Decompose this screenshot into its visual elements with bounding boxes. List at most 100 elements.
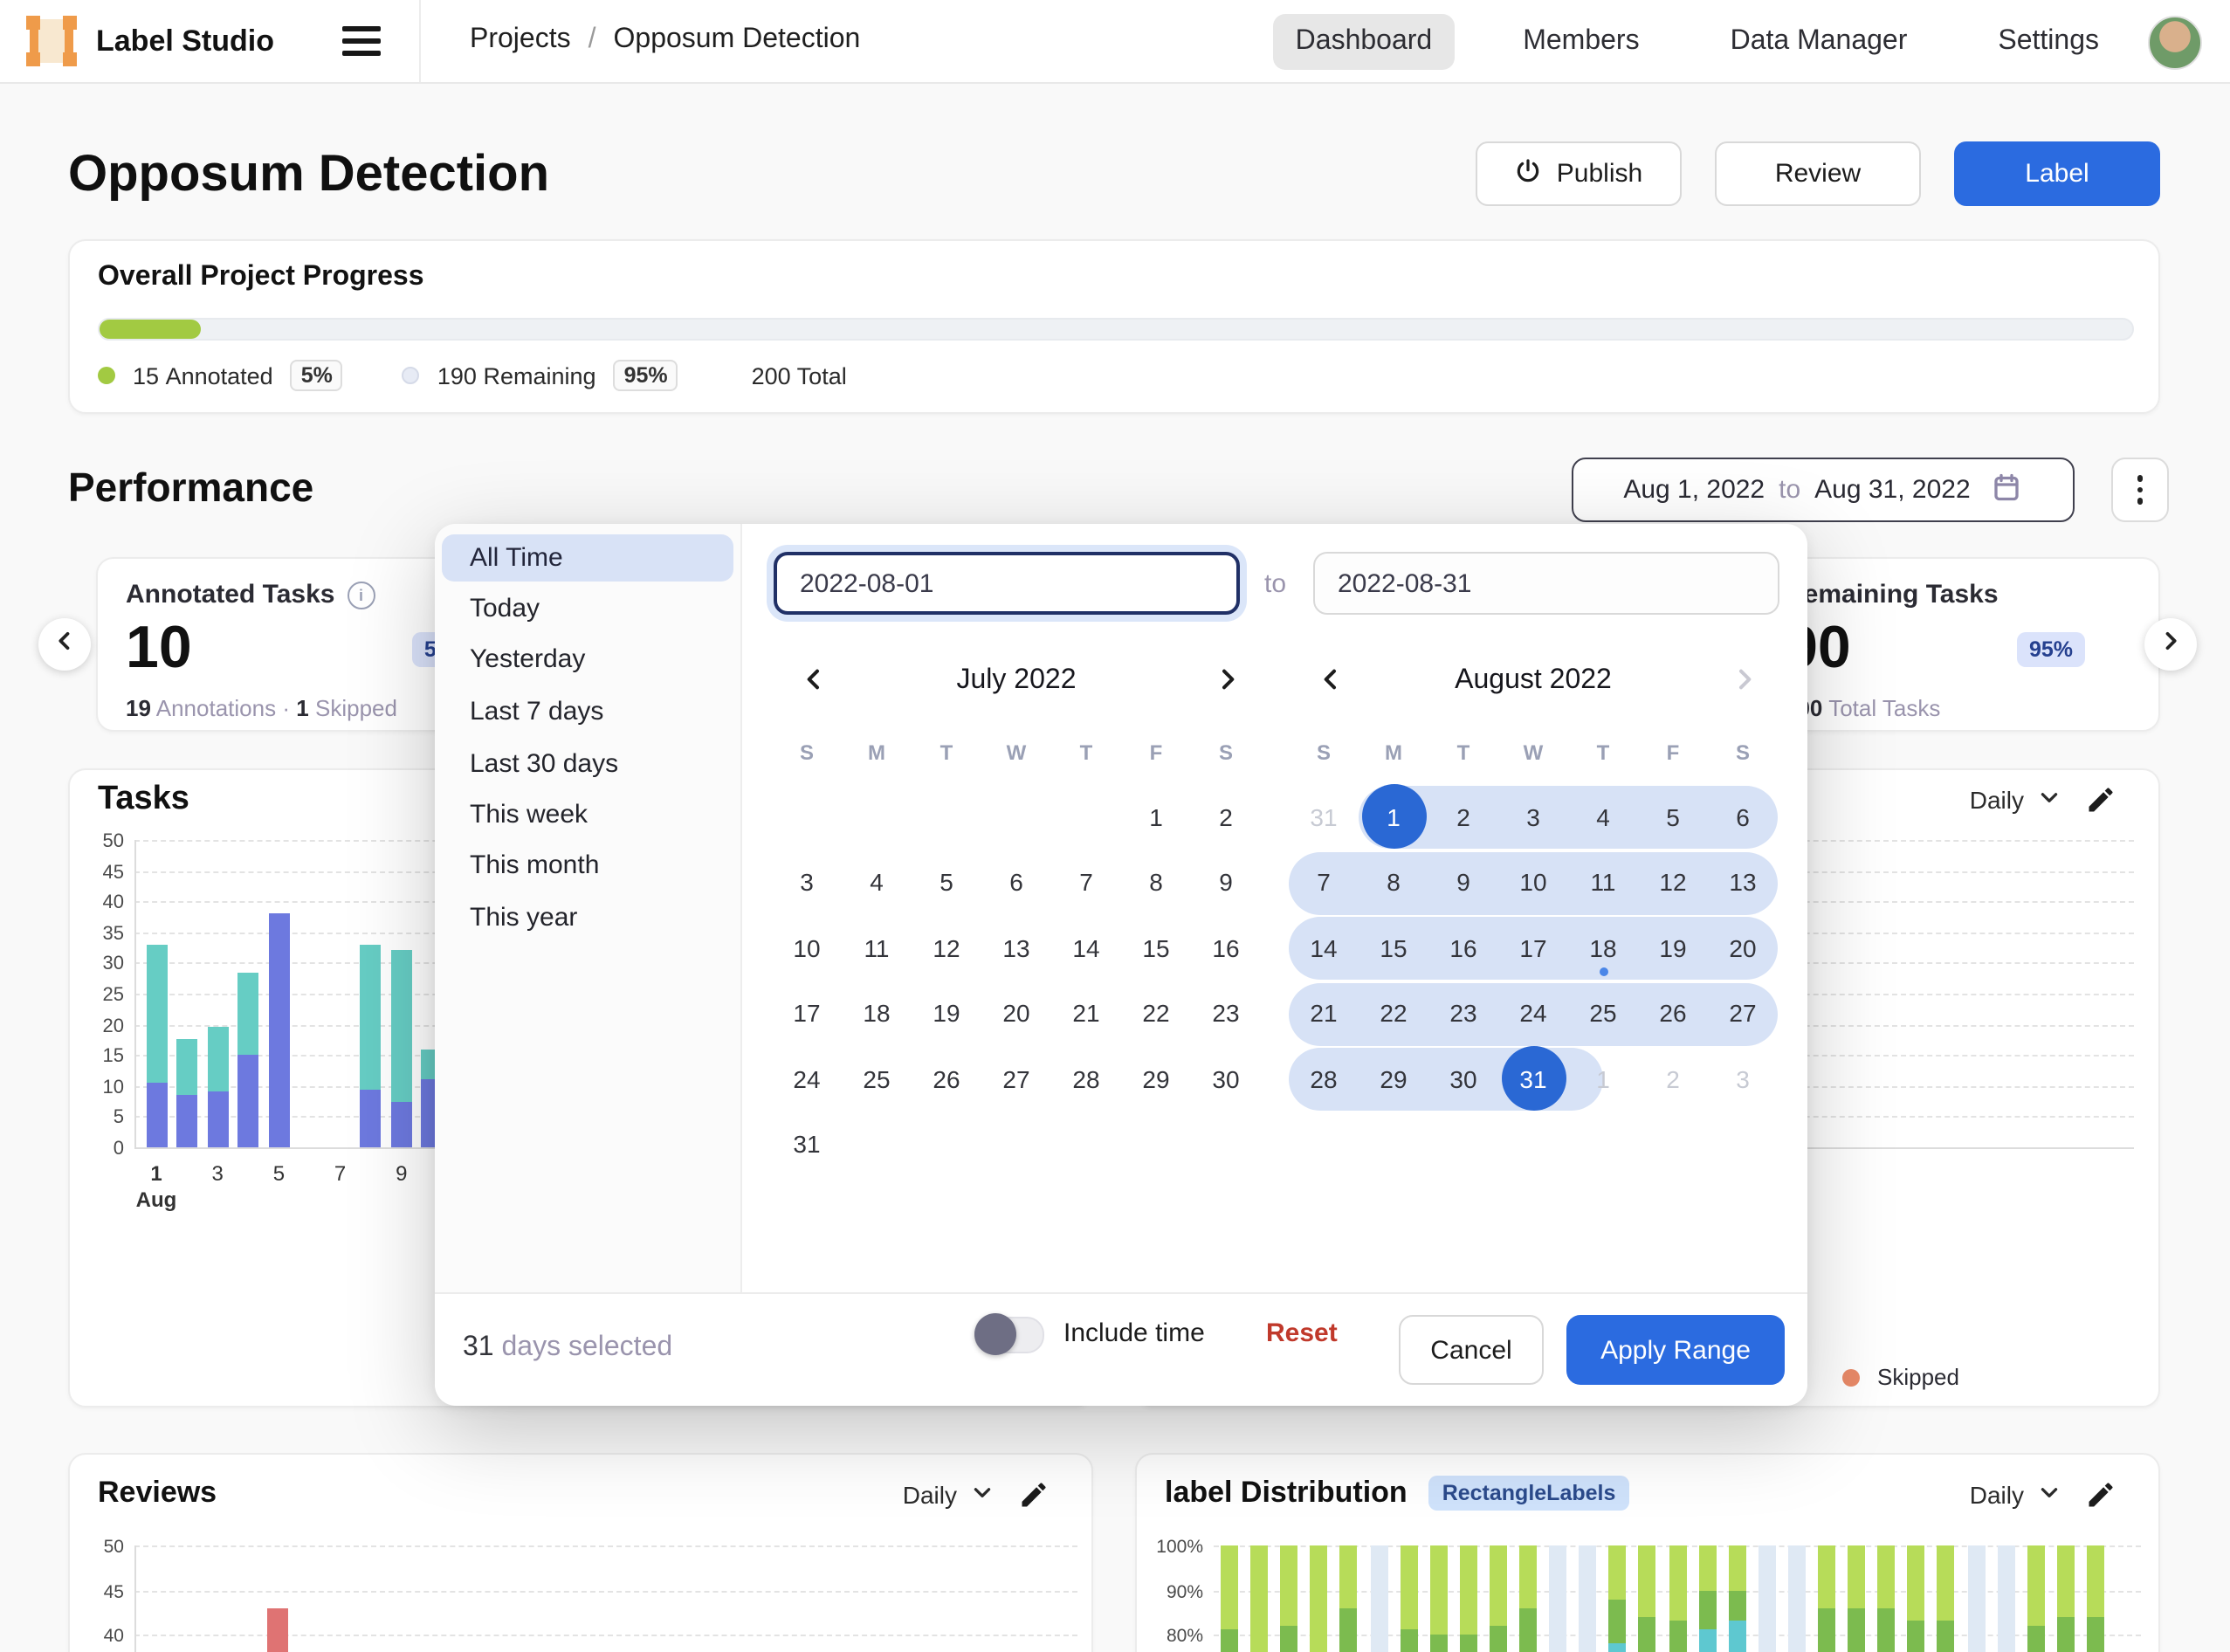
nav-item-data-manager[interactable]: Data Manager [1708,13,1931,69]
publish-button[interactable]: Publish [1476,141,1682,206]
calendar-day-15[interactable]: 15 [1359,915,1428,980]
edit-pencil-icon[interactable] [2085,784,2116,816]
info-icon[interactable]: i [348,581,375,609]
calendar-day-14[interactable]: 14 [1051,915,1121,980]
calendar-day-25[interactable]: 25 [1568,981,1638,1045]
reviews-period-dropdown[interactable]: Daily [903,1481,994,1509]
calendar-day-6[interactable]: 6 [981,850,1051,914]
calendar-day-8[interactable]: 8 [1121,850,1191,914]
calendar-day-15[interactable]: 15 [1121,915,1191,980]
calendar-day-1[interactable]: 1 [1121,784,1191,849]
preset-all-time[interactable]: All Time [442,534,733,582]
calendar-day-20[interactable]: 20 [1708,915,1778,980]
reset-link[interactable]: Reset [1266,1318,1338,1348]
edit-pencil-icon[interactable] [1018,1479,1050,1511]
carousel-prev-button[interactable] [38,618,91,671]
end-date-input[interactable] [1313,552,1779,615]
preset-today[interactable]: Today [442,585,733,632]
calendar-day-19[interactable]: 19 [912,981,981,1045]
calendar-day-27[interactable]: 27 [981,1046,1051,1111]
preset-this-week[interactable]: This week [442,791,733,838]
carousel-next-button[interactable] [2144,618,2197,671]
calendar-day-9[interactable]: 9 [1428,850,1498,914]
performance-menu-button[interactable] [2111,458,2169,522]
calendar-day-11[interactable]: 11 [842,915,912,980]
calendar-day-25[interactable]: 25 [842,1046,912,1111]
calendar-day-7[interactable]: 7 [1289,850,1359,914]
calendar-day-9[interactable]: 9 [1191,850,1261,914]
calendar-day-12[interactable]: 12 [1638,850,1708,914]
calendar-day-17[interactable]: 17 [1498,915,1568,980]
include-time-toggle[interactable] [974,1317,1044,1353]
calendar-prev-icon[interactable] [1313,662,1348,697]
hamburger-menu-icon[interactable] [342,26,381,56]
calendar-day-30[interactable]: 30 [1191,1046,1261,1111]
nav-item-settings[interactable]: Settings [1975,13,2122,69]
calendar-day-23[interactable]: 23 [1428,981,1498,1045]
calendar-day-28[interactable]: 28 [1051,1046,1121,1111]
calendar-day-4[interactable]: 4 [1568,784,1638,849]
calendar-day-29[interactable]: 29 [1121,1046,1191,1111]
calendar-day-19[interactable]: 19 [1638,915,1708,980]
selected-day-1[interactable]: 1 [1361,784,1426,849]
calendar-day-5[interactable]: 5 [912,850,981,914]
calendar-day-8[interactable]: 8 [1359,850,1428,914]
calendar-day-28[interactable]: 28 [1289,1046,1359,1111]
calendar-day-31[interactable]: 31 [772,1112,842,1176]
calendar-day-17[interactable]: 17 [772,981,842,1045]
cancel-button[interactable]: Cancel [1399,1315,1544,1385]
calendar-prev-icon[interactable] [796,662,831,697]
calendar-day-16[interactable]: 16 [1428,915,1498,980]
calendar-day-21[interactable]: 21 [1289,981,1359,1045]
calendar-day-21[interactable]: 21 [1051,981,1121,1045]
calendar-day-11[interactable]: 11 [1568,850,1638,914]
preset-yesterday[interactable]: Yesterday [442,636,733,683]
calendar-day-23[interactable]: 23 [1191,981,1261,1045]
calendar-day-13[interactable]: 13 [981,915,1051,980]
label-button[interactable]: Label [1954,141,2160,206]
calendar-day-22[interactable]: 22 [1359,981,1428,1045]
calendar-day-27[interactable]: 27 [1708,981,1778,1045]
calendar-next-icon[interactable] [1210,662,1245,697]
calendar-day-13[interactable]: 13 [1708,850,1778,914]
breadcrumb-projects[interactable]: Projects [470,24,571,54]
calendar-day-3[interactable]: 3 [1498,784,1568,849]
calendar-day-4[interactable]: 4 [842,850,912,914]
calendar-day-24[interactable]: 24 [1498,981,1568,1045]
preset-this-year[interactable]: This year [442,894,733,941]
calendar-day-29[interactable]: 29 [1359,1046,1428,1111]
calendar-day-5[interactable]: 5 [1638,784,1708,849]
edit-pencil-icon[interactable] [2085,1479,2116,1511]
distribution-period-dropdown[interactable]: Daily [1970,1481,2061,1509]
calendar-day-6[interactable]: 6 [1708,784,1778,849]
apply-range-button[interactable]: Apply Range [1566,1315,1785,1385]
preset-this-month[interactable]: This month [442,842,733,889]
calendar-day-24[interactable]: 24 [772,1046,842,1111]
annotations-period-dropdown[interactable]: Daily [1970,786,2061,814]
calendar-day-2[interactable]: 2 [1428,784,1498,849]
preset-last-30-days[interactable]: Last 30 days [442,740,733,788]
calendar-day-16[interactable]: 16 [1191,915,1261,980]
calendar-day-12[interactable]: 12 [912,915,981,980]
nav-item-dashboard[interactable]: Dashboard [1273,13,1456,69]
review-button[interactable]: Review [1715,141,1921,206]
calendar-day-20[interactable]: 20 [981,981,1051,1045]
calendar-day-14[interactable]: 14 [1289,915,1359,980]
calendar-day-26[interactable]: 26 [912,1046,981,1111]
calendar-day-2[interactable]: 2 [1191,784,1261,849]
calendar-day-10[interactable]: 10 [1498,850,1568,914]
calendar-day-22[interactable]: 22 [1121,981,1191,1045]
nav-item-members[interactable]: Members [1500,13,1662,69]
calendar-day-30[interactable]: 30 [1428,1046,1498,1111]
calendar-day-3[interactable]: 3 [772,850,842,914]
calendar-day-7[interactable]: 7 [1051,850,1121,914]
calendar-day-26[interactable]: 26 [1638,981,1708,1045]
date-range-control[interactable]: Aug 1, 2022 to Aug 31, 2022 [1572,458,2075,522]
user-avatar[interactable] [2148,16,2202,70]
selected-day-31[interactable]: 31 [1501,1046,1566,1111]
calendar-day-18[interactable]: 18 [842,981,912,1045]
start-date-input[interactable] [774,552,1240,615]
preset-last-7-days[interactable]: Last 7 days [442,688,733,735]
label-studio-logo-icon[interactable] [30,19,73,63]
calendar-day-10[interactable]: 10 [772,915,842,980]
